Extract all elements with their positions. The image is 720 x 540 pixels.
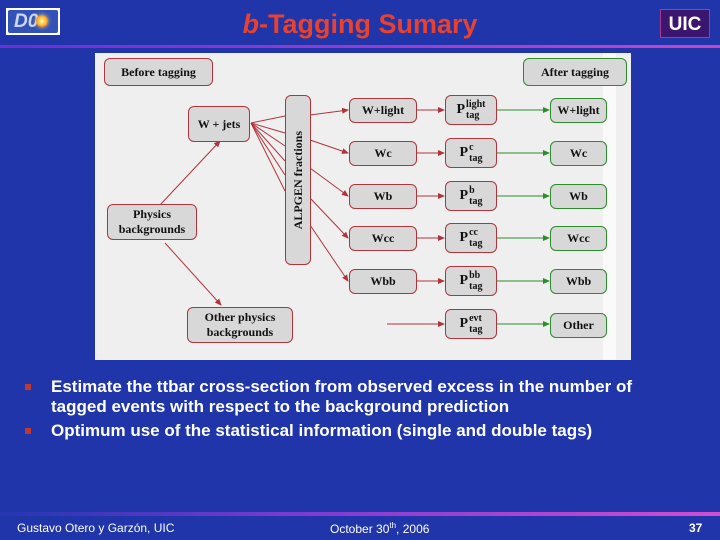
ptag-base: P (459, 188, 469, 203)
title-rest: -Tagging Sumary (258, 9, 478, 39)
fan-line (250, 122, 286, 176)
ptag-sub: tag (469, 196, 483, 207)
bullet-marker-icon (25, 428, 31, 434)
ptag-base: P (459, 230, 469, 245)
bullet-marker-icon (25, 384, 31, 390)
ptag-box: Pb tag (445, 181, 497, 211)
title-italic: b (242, 9, 259, 39)
ptag-sup: cc (469, 227, 478, 238)
sample-box: Wcc (349, 226, 417, 251)
output-box: Wbb (550, 269, 607, 294)
alpgen-fractions-box: ALPGEN fractions (285, 95, 311, 265)
ptag-sup: bb (469, 270, 481, 281)
before-tagging-label: Before tagging (104, 58, 213, 86)
footer-author: Gustavo Otero y Garzón, UIC (17, 521, 175, 535)
slide-title: b-Tagging Sumary (0, 9, 720, 40)
output-box: Wc (550, 141, 607, 166)
ptag-sub: tag (469, 153, 483, 164)
ptag-sup: evt (469, 313, 482, 324)
alpgen-fractions-label: ALPGEN fractions (290, 130, 305, 230)
ptag-sub: tag (466, 110, 480, 121)
after-tagging-label: After tagging (523, 58, 627, 86)
bullet-item: Optimum use of the statistical informati… (0, 421, 720, 441)
ptag-box: Pevt tag (445, 309, 497, 339)
ptag-base: P (459, 145, 469, 160)
ptag-sup: c (469, 142, 474, 153)
date-main: October 30 (330, 522, 390, 536)
arrow-to-wb (309, 167, 349, 197)
ptag-base: P (459, 273, 469, 288)
bullet-list: Estimate the ttbar cross-section from ob… (0, 377, 720, 445)
tagging-diagram: Before tagging After tagging W + jets Ph… (95, 53, 631, 360)
ptag-base: P (459, 316, 469, 331)
physics-backgrounds-box: Physics backgrounds (107, 204, 197, 240)
wjets-box: W + jets (188, 106, 250, 142)
arrow-physics-to-wjets (159, 140, 221, 206)
footer-date: October 30th, 2006 (330, 521, 429, 536)
output-box: Wcc (550, 226, 607, 251)
fan-line (250, 122, 286, 192)
ptag-sub: tag (469, 324, 483, 335)
arrow-to-wcc (309, 197, 349, 239)
sample-box: Wbb (349, 269, 417, 294)
arrow-physics-to-other (164, 242, 222, 306)
output-box: Other (550, 313, 607, 338)
fan-line (250, 115, 286, 124)
ptag-box: Pbb tag (445, 266, 497, 296)
output-box: W+light (550, 98, 607, 123)
ptag-box: Plight tag (445, 95, 497, 125)
sample-box: Wc (349, 141, 417, 166)
output-box: Wb (550, 184, 607, 209)
ptag-box: Pcc tag (445, 223, 497, 253)
uic-logo: UIC (660, 9, 710, 38)
arrow-to-wlight (309, 107, 349, 116)
date-year: , 2006 (396, 522, 430, 536)
bullet-item: Estimate the ttbar cross-section from ob… (0, 377, 720, 417)
ptag-sub: tag (469, 238, 483, 249)
ptag-sup: light (466, 99, 486, 110)
bullet-text: Estimate the ttbar cross-section from ob… (51, 377, 632, 416)
bottom-divider (0, 512, 720, 516)
ptag-box: Pc tag (445, 138, 497, 168)
sample-box: Wb (349, 184, 417, 209)
page-number: 37 (689, 521, 703, 535)
arrow-to-wc (309, 139, 349, 154)
ptag-sub: tag (469, 281, 483, 292)
ptag-sup: b (469, 185, 475, 196)
top-divider (0, 45, 720, 48)
sample-box: W+light (349, 98, 417, 123)
bullet-text: Optimum use of the statistical informati… (51, 421, 593, 440)
arrow-to-wbb (309, 224, 349, 282)
other-physics-backgrounds-box: Other physics backgrounds (187, 307, 293, 343)
ptag-base: P (456, 102, 466, 117)
